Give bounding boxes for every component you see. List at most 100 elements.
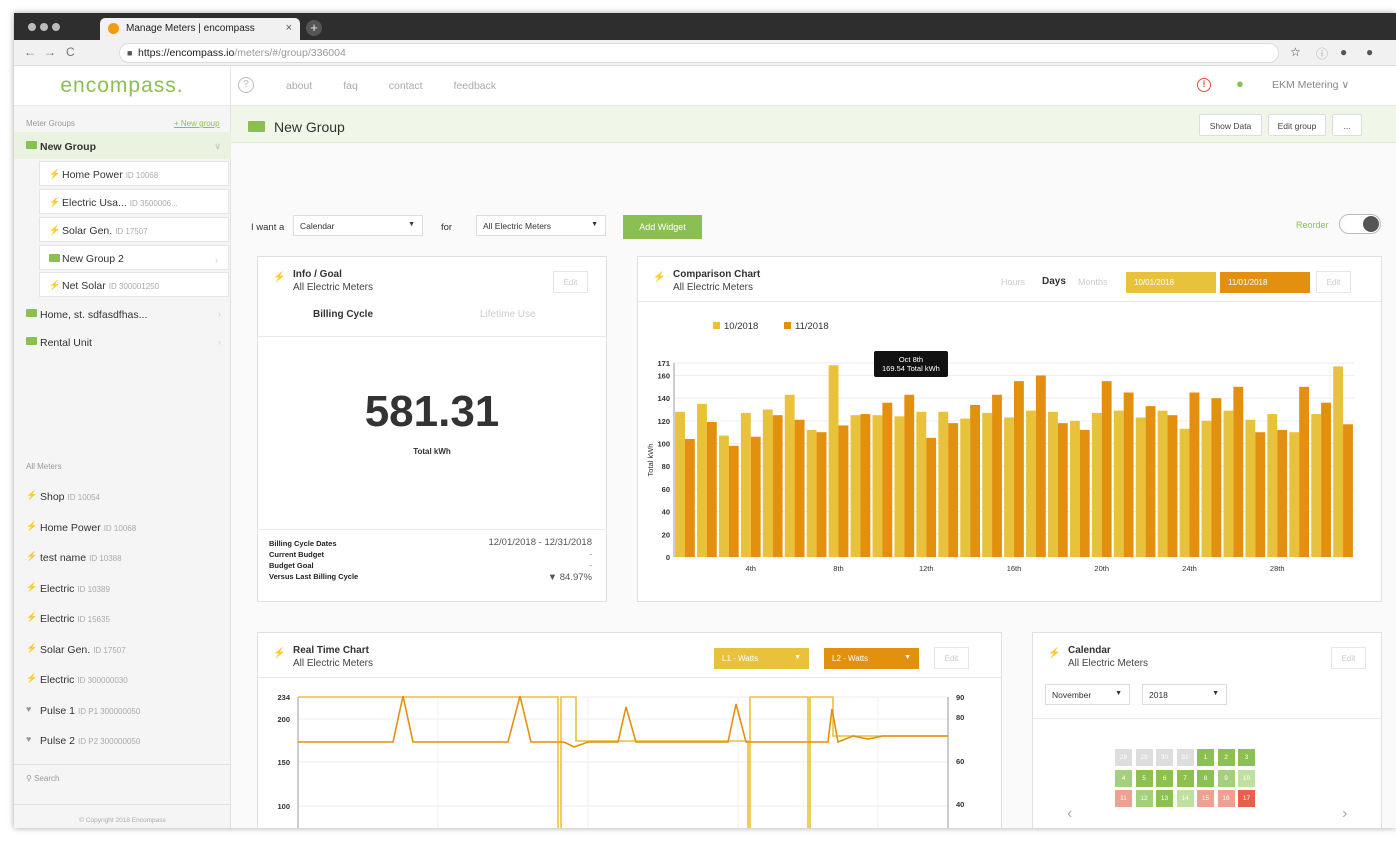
nav-faq[interactable]: faq xyxy=(343,80,358,92)
help-icon[interactable]: ? xyxy=(238,77,254,93)
date2-select[interactable]: 11/01/2018 xyxy=(1220,272,1310,293)
year-select[interactable]: 2018 ▼ xyxy=(1142,684,1227,705)
calendar-day[interactable]: 4 xyxy=(1115,769,1132,787)
edit-button[interactable]: Edit xyxy=(553,271,588,293)
calendar-day[interactable]: 29 xyxy=(1135,749,1153,766)
browser-tab[interactable]: Manage Meters | encompass × xyxy=(100,18,300,40)
billing-info-row: Billing Cycle Dates 12/01/2018 - 12/31/20… xyxy=(269,537,592,548)
calendar-day[interactable]: 5 xyxy=(1135,769,1153,787)
profile-icon[interactable]: ● xyxy=(1340,45,1347,59)
calendar-day[interactable]: 15 xyxy=(1197,790,1214,807)
nav-about[interactable]: about xyxy=(286,80,312,92)
month-select[interactable]: November ▼ xyxy=(1045,684,1130,705)
meter-id: ID 300000030 xyxy=(77,676,128,685)
calendar-next-icon[interactable]: › xyxy=(1342,805,1347,823)
folder-icon xyxy=(26,141,37,149)
tooltip-date: Oct 8th xyxy=(898,355,923,364)
alert-icon[interactable]: ! xyxy=(1197,78,1211,92)
bar-oct xyxy=(1179,428,1190,557)
meter-list-item[interactable]: ♥ Pulse 2 ID P2 300000050 xyxy=(14,726,231,753)
billing-info-row: Current Budget - xyxy=(269,550,592,559)
edit-button[interactable]: Edit xyxy=(1331,647,1366,669)
meter-list-item[interactable]: ⚡ Shop ID 10054 xyxy=(14,482,231,509)
search-icon: ⚲ xyxy=(26,774,32,783)
sidebar-group-item[interactable]: Rental Unit › xyxy=(14,328,231,355)
search-input[interactable]: ⚲ Search xyxy=(26,774,59,783)
sidebar-group-item[interactable]: ⚡ Electric Usa... ID 3500006... xyxy=(39,189,229,214)
forward-icon[interactable]: → xyxy=(44,45,56,59)
calendar-day[interactable]: 8 xyxy=(1197,769,1214,787)
meter-id: ID 10054 xyxy=(67,493,100,502)
calendar-day[interactable]: 10 xyxy=(1238,769,1255,787)
reorder-toggle[interactable] xyxy=(1339,214,1381,234)
meter-list-item[interactable]: ⚡ Home Power ID 10068 xyxy=(14,513,231,540)
range-days[interactable]: Days xyxy=(1042,276,1066,287)
calendar-day[interactable]: 17 xyxy=(1238,790,1255,807)
calendar-day[interactable]: 7 xyxy=(1176,769,1194,787)
sidebar-group-item[interactable]: Home, st. sdfasdfhas... › xyxy=(14,300,231,327)
meter-list-item[interactable]: ⚡ Electric ID 10389 xyxy=(14,574,231,601)
calendar-day[interactable]: 2 xyxy=(1217,749,1235,766)
bookmark-star-icon[interactable]: ☆ xyxy=(1290,45,1301,59)
new-tab-button[interactable]: + xyxy=(306,20,322,36)
sidebar-group-item[interactable]: New Group ∨ xyxy=(14,132,231,159)
reload-icon[interactable]: C xyxy=(66,45,75,59)
calendar-prev-icon[interactable]: ‹ xyxy=(1067,805,1072,823)
sidebar-group-item[interactable]: ⚡ Home Power ID 10068 xyxy=(39,161,229,186)
meter-id: ID 10389 xyxy=(77,584,110,594)
calendar-day[interactable]: 13 xyxy=(1156,790,1173,807)
meter-list-item[interactable]: ⚡ Electric ID 300000030 xyxy=(14,665,231,692)
tab-billing-cycle[interactable]: Billing Cycle xyxy=(313,309,373,320)
notification-icon[interactable]: ● xyxy=(1236,76,1244,91)
nav-feedback[interactable]: feedback xyxy=(454,80,497,92)
account-menu[interactable]: EKM Metering ∨ xyxy=(1272,79,1349,91)
info-icon[interactable]: ⓘ xyxy=(1316,45,1328,62)
meters-select[interactable]: All Electric Meters ▼ xyxy=(476,215,606,236)
calendar-day[interactable]: 14 xyxy=(1176,790,1194,807)
meter-list-item[interactable]: ⚡ test name ID 10388 xyxy=(14,543,231,570)
calendar-day[interactable]: 6 xyxy=(1156,769,1173,787)
widget-type-select[interactable]: Calendar ▼ xyxy=(293,215,423,236)
calendar-day[interactable]: 12 xyxy=(1135,790,1153,807)
meter-list-item[interactable]: ♥ Pulse 1 ID P1 300000050 xyxy=(14,696,231,723)
l1-watts-select[interactable]: L1 - Watts ▼ xyxy=(714,648,809,669)
new-group-link[interactable]: + New group xyxy=(174,119,220,128)
tab-lifetime-use[interactable]: Lifetime Use xyxy=(480,309,536,320)
calendar-day[interactable]: 3 xyxy=(1238,749,1255,766)
logo[interactable]: encompass. xyxy=(14,66,231,106)
range-hours[interactable]: Hours xyxy=(1001,277,1025,287)
bar-oct xyxy=(697,403,707,557)
edit-group-button[interactable]: Edit group xyxy=(1268,114,1326,136)
edit-button[interactable]: Edit xyxy=(1316,271,1351,293)
total-kwh-unit: Total kWh xyxy=(413,447,451,456)
more-button[interactable]: ... xyxy=(1332,114,1362,136)
date1-select[interactable]: 10/01/2018 xyxy=(1126,272,1216,293)
show-data-button[interactable]: Show Data xyxy=(1199,114,1262,136)
tab-close-icon[interactable]: × xyxy=(286,22,292,34)
main-content: New Group Show Data Edit group ... I wan… xyxy=(231,106,1396,828)
l2-watts-select[interactable]: L2 - Watts ▼ xyxy=(824,648,919,669)
nav-contact[interactable]: contact xyxy=(389,80,423,92)
back-icon[interactable]: ← xyxy=(24,45,36,59)
calendar-day[interactable]: 11 xyxy=(1115,790,1132,807)
add-widget-button[interactable]: Add Widget xyxy=(623,215,702,239)
range-months[interactable]: Months xyxy=(1078,277,1108,287)
menu-icon[interactable]: ● xyxy=(1366,45,1373,59)
meter-list-item[interactable]: ⚡ Solar Gen. ID 17507 xyxy=(14,635,231,662)
window-controls[interactable] xyxy=(28,23,64,34)
url-field[interactable]: ■ https://encompass.io/meters/#/group/33… xyxy=(119,43,1279,63)
sidebar-group-item[interactable]: ⚡ Solar Gen. ID 17507 xyxy=(39,217,229,242)
calendar-day[interactable]: 31 xyxy=(1176,749,1194,766)
edit-button[interactable]: Edit xyxy=(934,647,969,669)
bar-nov xyxy=(970,404,980,557)
calendar-day[interactable]: 30 xyxy=(1156,749,1173,766)
sidebar-group-item[interactable]: ⚡ Net Solar ID 300001250 xyxy=(39,272,229,297)
calendar-day[interactable]: 1 xyxy=(1197,749,1214,766)
meter-list-item[interactable]: ⚡ Electric ID 15635 xyxy=(14,604,231,631)
bar-oct xyxy=(872,415,883,557)
bar-oct xyxy=(894,416,905,557)
sidebar-group-item[interactable]: New Group 2 › xyxy=(39,245,229,270)
calendar-day[interactable]: 9 xyxy=(1217,769,1235,787)
calendar-day[interactable]: 28 xyxy=(1115,749,1132,766)
calendar-day[interactable]: 16 xyxy=(1217,790,1235,807)
